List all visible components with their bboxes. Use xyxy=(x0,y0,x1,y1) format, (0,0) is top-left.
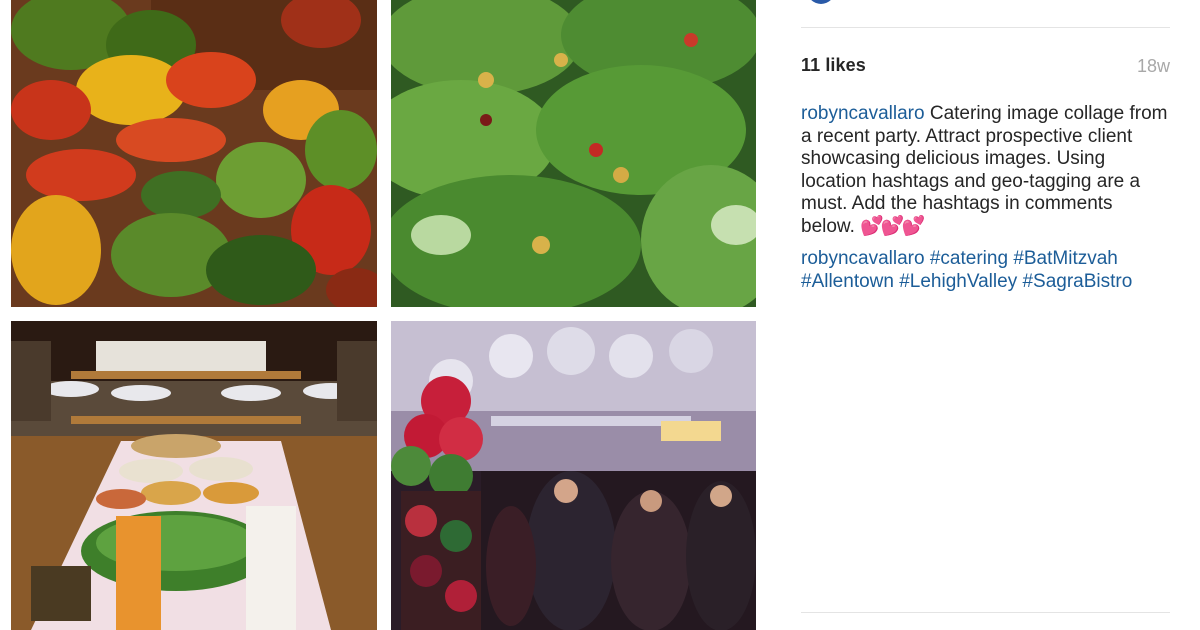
caption-paragraph: robyncavallaro Catering image collage fr… xyxy=(801,103,1169,238)
photo-collage[interactable] xyxy=(0,0,770,630)
photo-salad-bowls[interactable] xyxy=(391,0,756,307)
post-age[interactable]: 18w xyxy=(1137,56,1170,77)
photo-roasted-vegetables[interactable] xyxy=(11,0,377,307)
photo-party-dance-floor[interactable] xyxy=(391,321,756,630)
post-caption: robyncavallaro Catering image collage fr… xyxy=(801,103,1169,303)
hashtag-link[interactable]: #LehighValley xyxy=(899,271,1017,292)
hashtag-link[interactable]: #BatMitzvah xyxy=(1013,248,1118,269)
hashtag-link[interactable]: #catering xyxy=(930,248,1008,269)
post-sidebar: 11 likes 18w robyncavallaro Catering ima… xyxy=(770,0,1200,630)
likes-count[interactable]: 11 likes xyxy=(801,55,866,76)
avatar[interactable] xyxy=(807,0,835,4)
divider-bottom xyxy=(801,612,1170,613)
hashtag-link[interactable]: #Allentown xyxy=(801,271,894,292)
divider-top xyxy=(801,27,1170,28)
caption-username-link[interactable]: robyncavallaro xyxy=(801,103,925,124)
comment-paragraph: robyncavallaro #catering #BatMitzvah #Al… xyxy=(801,248,1169,293)
photo-buffet-table[interactable] xyxy=(11,321,377,630)
hashtag-link[interactable]: #SagraBistro xyxy=(1022,271,1132,292)
hearts-emoji: 💕💕💕 xyxy=(860,215,925,237)
comment-username-link[interactable]: robyncavallaro xyxy=(801,248,925,269)
